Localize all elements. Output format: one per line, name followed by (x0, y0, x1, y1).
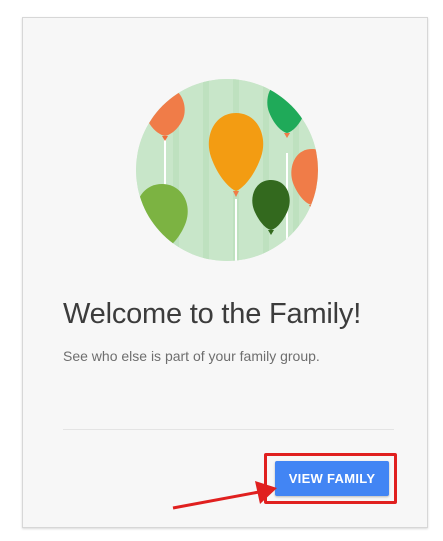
balloons-icon (136, 79, 318, 261)
red-arrow-icon (172, 481, 277, 510)
welcome-description: See who else is part of your family grou… (63, 348, 320, 364)
welcome-card: Welcome to the Family! See who else is p… (22, 17, 428, 528)
welcome-title: Welcome to the Family! (63, 298, 362, 330)
view-family-button[interactable]: VIEW FAMILY (275, 461, 389, 496)
card-divider (63, 429, 394, 430)
